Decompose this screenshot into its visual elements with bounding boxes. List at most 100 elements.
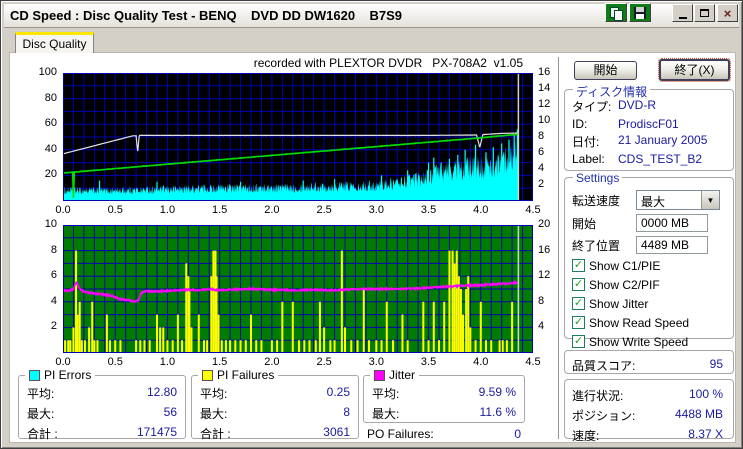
jitter-legend: Jitter	[370, 368, 419, 382]
copy-icon	[610, 7, 622, 19]
start-position-field[interactable]: 0000 MB	[636, 214, 708, 232]
pi-errors-title: PI Errors	[44, 368, 91, 382]
x-axis-tick-label: 1.0	[152, 204, 182, 216]
right-axis-tick-label: 6	[538, 146, 564, 158]
x-axis-tick-label: 2.5	[309, 204, 339, 216]
pi-errors-box: PI Errors 平均:12.80 最大:56 合計 :171475	[18, 375, 186, 439]
checkbox-show-jitter[interactable]: ✓Show Jitter	[572, 296, 733, 311]
jitter-swatch-icon	[374, 370, 385, 381]
transfer-speed-select[interactable]: 最大 ▼	[636, 190, 720, 210]
end-position-field[interactable]: 4489 MB	[636, 236, 708, 254]
save-icon	[634, 7, 646, 19]
left-axis-tick-label: 100	[25, 66, 57, 78]
pi-errors-swatch-icon	[29, 370, 40, 381]
pi-failures-title: PI Failures	[217, 368, 274, 382]
x-axis-tick-label: 4.5	[518, 356, 548, 368]
disc-type-row: タイプ:DVD-R	[572, 98, 733, 115]
left-axis-tick-label: 6	[25, 269, 57, 281]
quality-score-row: 品質スコア:95	[572, 357, 723, 374]
checkbox-show-c2-pif[interactable]: ✓Show C2/PIF	[572, 277, 733, 292]
right-axis-tick-label: 2	[538, 178, 564, 190]
left-axis-tick-label: 60	[25, 117, 57, 129]
x-axis-tick-label: 0.0	[48, 204, 78, 216]
left-axis-tick-label: 40	[25, 143, 57, 155]
speed-row: 速度:8.37 X	[572, 427, 723, 444]
right-axis-tick-label: 4	[538, 320, 564, 332]
tab-label: Disc Quality	[22, 37, 86, 51]
table-row: 最大:56	[27, 405, 177, 422]
x-axis-tick-label: 3.0	[361, 356, 391, 368]
x-axis-tick-label: 3.5	[414, 204, 444, 216]
right-axis-tick-label: 16	[538, 66, 564, 78]
progress-value: 100 %	[689, 387, 723, 404]
checkbox-checked-icon: ✓	[572, 316, 585, 329]
checkbox-checked-icon: ✓	[572, 335, 585, 348]
close-button[interactable]: ×	[717, 4, 738, 22]
left-axis-tick-label: 4	[25, 295, 57, 307]
right-axis-tick-label: 20	[538, 218, 564, 230]
copy-to-clipboard-button[interactable]	[605, 3, 627, 22]
right-axis-tick-label: 14	[538, 82, 564, 94]
maximize-button[interactable]	[694, 4, 715, 22]
end-position-row: 終了位置 4489 MB	[572, 236, 733, 254]
table-row: 最大:11.6 %	[372, 405, 516, 422]
x-axis-tick-label: 1.0	[152, 356, 182, 368]
checkbox-show-write-speed[interactable]: ✓Show Write Speed	[572, 334, 733, 349]
close-icon: ×	[724, 7, 732, 20]
pi-failures-legend: PI Failures	[198, 368, 278, 382]
x-axis-tick-label: 4.5	[518, 204, 548, 216]
checkbox-show-c1-pie[interactable]: ✓Show C1/PIE	[572, 258, 733, 273]
settings-caption: Settings	[573, 171, 622, 185]
disc-info-group: タイプ:DVD-R ID:ProdiscF01 日付:21 January 20…	[564, 89, 734, 171]
minimize-icon	[679, 17, 687, 19]
recorded-with-label: recorded with PLEXTOR DVDR PX-708A2 v1.0…	[63, 56, 523, 70]
exit-button[interactable]: 終了(X)	[659, 59, 730, 81]
x-axis-tick-label: 3.0	[361, 204, 391, 216]
right-axis-tick-label: 10	[538, 114, 564, 126]
checkbox-checked-icon: ✓	[572, 278, 585, 291]
checkbox-show-read-speed[interactable]: ✓Show Read Speed	[572, 315, 733, 330]
table-row: 平均:9.59 %	[372, 385, 516, 402]
tab-disc-quality[interactable]: Disc Quality	[15, 32, 94, 53]
pi-failures-box: PI Failures 平均:0.25 最大:8 合計 :3061	[191, 375, 359, 439]
chevron-down-icon[interactable]: ▼	[701, 191, 719, 209]
table-row: 合計 :3061	[200, 425, 350, 442]
position-value: 4488 MB	[675, 407, 723, 424]
right-axis-tick-label: 12	[538, 98, 564, 110]
left-axis-tick-label: 10	[25, 218, 57, 230]
jitter-title: Jitter	[389, 368, 415, 382]
right-axis-tick-label: 12	[538, 269, 564, 281]
table-row: 最大:8	[200, 405, 350, 422]
bottom-chart	[63, 225, 533, 353]
left-axis-tick-label: 20	[25, 168, 57, 180]
x-axis-tick-label: 2.0	[257, 356, 287, 368]
quality-score-group: 品質スコア:95	[564, 350, 734, 374]
table-row: 平均:12.80	[27, 385, 177, 402]
checkbox-checked-icon: ✓	[572, 259, 585, 272]
right-axis-tick-label: 8	[538, 130, 564, 142]
speed-value: 8.37 X	[688, 427, 723, 444]
table-row: 合計 :171475	[27, 425, 177, 442]
top-chart	[63, 73, 533, 201]
pi-failures-swatch-icon	[202, 370, 213, 381]
x-axis-tick-label: 1.5	[205, 356, 235, 368]
maximize-icon	[700, 9, 709, 17]
disc-info-caption: ディスク情報	[573, 83, 650, 100]
disc-date-row: 日付:21 January 2005	[572, 133, 733, 150]
start-button[interactable]: 開始	[574, 61, 637, 80]
x-axis-tick-label: 0.5	[100, 204, 130, 216]
minimize-button[interactable]	[672, 4, 693, 22]
position-row: ポジション:4488 MB	[572, 407, 723, 424]
save-button[interactable]	[629, 3, 651, 22]
start-position-row: 開始 0000 MB	[572, 214, 733, 232]
left-axis-tick-label: 8	[25, 244, 57, 256]
x-axis-tick-label: 1.5	[205, 204, 235, 216]
pi-errors-legend: PI Errors	[25, 368, 95, 382]
checkbox-checked-icon: ✓	[572, 297, 585, 310]
speed-setting-row: 転送速度 最大 ▼	[572, 190, 733, 210]
x-axis-tick-label: 4.0	[466, 356, 496, 368]
x-axis-tick-label: 2.5	[309, 356, 339, 368]
progress-row: 進行状況:100 %	[572, 387, 723, 404]
x-axis-tick-label: 0.0	[48, 356, 78, 368]
left-axis-tick-label: 2	[25, 320, 57, 332]
